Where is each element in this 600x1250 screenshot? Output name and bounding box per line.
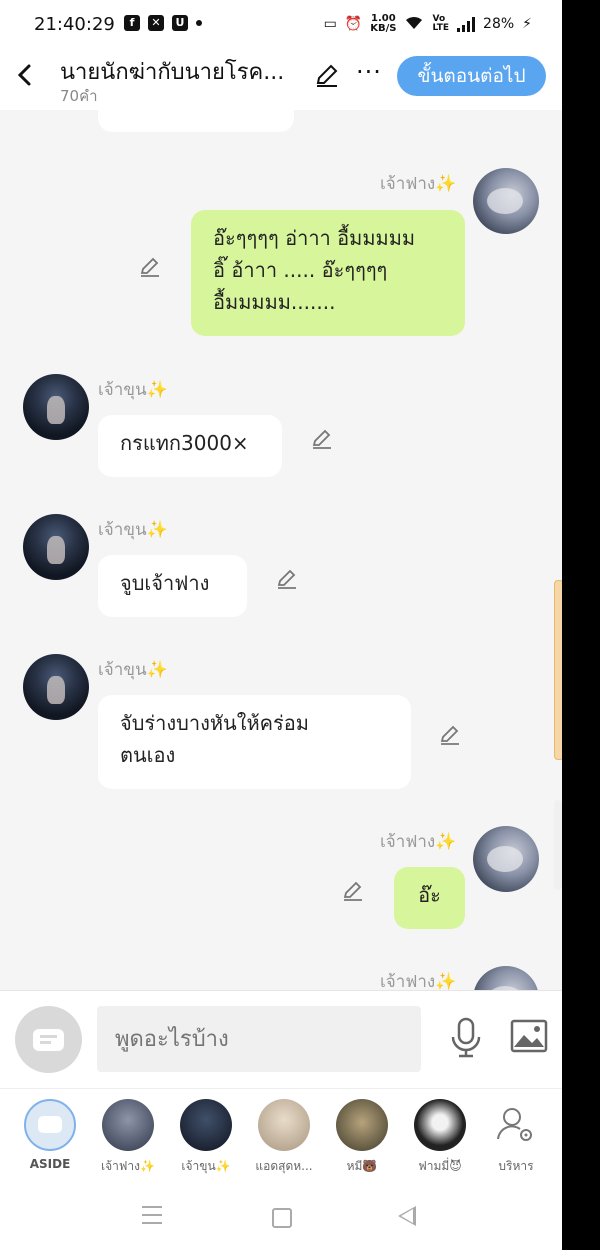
edit-message-icon[interactable] bbox=[275, 566, 299, 590]
charging-icon: ⚡ bbox=[522, 16, 532, 32]
wifi-icon bbox=[404, 14, 424, 34]
screen-icon: ▭ bbox=[323, 16, 337, 32]
scrollbar-track bbox=[554, 800, 562, 890]
avatar-chaokhun[interactable] bbox=[23, 374, 89, 440]
character-fammy[interactable]: ฟามมี่😈 bbox=[402, 1099, 478, 1176]
chat-message-list[interactable]: เจ้าฟาง✨ อ๊ะๆๆๆๆ อ่าาา อื้มมมมม อิ๊ อ้าา… bbox=[0, 110, 562, 990]
microphone-icon[interactable] bbox=[448, 1016, 484, 1060]
character-chaokhun[interactable]: เจ้าขุน✨ bbox=[168, 1099, 244, 1176]
edit-message-icon[interactable] bbox=[138, 254, 162, 278]
signal-icon bbox=[457, 16, 476, 32]
avatar bbox=[258, 1099, 310, 1151]
avatar-chaokhun[interactable] bbox=[23, 514, 89, 580]
notification-icons: f ✕ U bbox=[124, 15, 202, 31]
word-count: 70คำ bbox=[60, 87, 98, 105]
screen-edge bbox=[562, 0, 600, 1250]
character-chaofang[interactable]: เจ้าฟาง✨ bbox=[90, 1099, 166, 1176]
speaker-name: เจ้าขุน✨ bbox=[98, 660, 168, 680]
message-input-bar bbox=[0, 990, 562, 1089]
system-icons: ▭ ⏰ 1.00 KB/S Vo LTE 28% ⚡ bbox=[324, 14, 532, 34]
character-admin[interactable]: แอดสุดห... bbox=[246, 1099, 322, 1176]
speaker-name: เจ้าฟาง✨ bbox=[380, 174, 457, 194]
chat-header: นายนักฆ่ากับนายโรค... 70คำ ··· ขั้นตอนต่… bbox=[0, 52, 562, 110]
battery-level: 28% bbox=[483, 16, 515, 32]
scroll-indicator[interactable] bbox=[554, 580, 562, 760]
avatar bbox=[414, 1099, 466, 1151]
avatar bbox=[180, 1099, 232, 1151]
message-bubble[interactable]: จับร่างบางหันให้คร่อม ตนเอง bbox=[98, 695, 411, 789]
back-icon[interactable] bbox=[14, 60, 36, 90]
character-mee[interactable]: หมี🐻 bbox=[324, 1099, 400, 1176]
recent-apps-icon[interactable] bbox=[142, 1206, 162, 1224]
character-selector: ASIDE เจ้าฟาง✨ เจ้าขุน✨ แอดสุดห... หมี🐻 … bbox=[0, 1088, 562, 1185]
message-bubble[interactable]: อ๊ะ bbox=[394, 867, 465, 929]
character-aside[interactable]: ASIDE bbox=[12, 1099, 88, 1171]
capcut-icon: ✕ bbox=[148, 15, 164, 31]
edit-message-icon[interactable] bbox=[341, 878, 365, 902]
more-options-icon[interactable]: ··· bbox=[356, 58, 382, 86]
alarm-icon: ⏰ bbox=[344, 16, 363, 32]
u-app-icon: U bbox=[172, 15, 188, 31]
speaker-name: เจ้าขุน✨ bbox=[98, 380, 168, 400]
avatar bbox=[336, 1099, 388, 1151]
aside-icon bbox=[24, 1099, 76, 1151]
chat-screen: 21:40:29 f ✕ U ▭ ⏰ 1.00 KB/S Vo LTE 28% ⚡ bbox=[0, 0, 562, 1250]
image-icon[interactable] bbox=[510, 1019, 548, 1053]
edit-message-icon[interactable] bbox=[438, 722, 462, 746]
system-navigation-bar bbox=[0, 1184, 562, 1250]
back-nav-icon[interactable] bbox=[398, 1206, 416, 1226]
avatar-chaofang[interactable] bbox=[473, 826, 539, 892]
status-bar: 21:40:29 f ✕ U ▭ ⏰ 1.00 KB/S Vo LTE 28% ⚡ bbox=[0, 0, 562, 52]
message-input[interactable] bbox=[97, 1006, 421, 1072]
message-bubble[interactable]: จูบเจ้าฟาง bbox=[98, 555, 247, 617]
speaker-name: เจ้าฟาง✨ bbox=[380, 972, 457, 990]
facebook-icon: f bbox=[124, 15, 140, 31]
edit-title-icon[interactable] bbox=[314, 62, 340, 88]
volte-icon: Vo LTE bbox=[432, 14, 450, 33]
avatar bbox=[102, 1099, 154, 1151]
edit-message-icon[interactable] bbox=[310, 426, 334, 450]
manage-characters[interactable]: บริหาร bbox=[478, 1099, 554, 1176]
more-notifications-icon bbox=[196, 20, 202, 26]
user-settings-icon bbox=[490, 1099, 542, 1151]
avatar-chaokhun[interactable] bbox=[23, 654, 89, 720]
speaker-name: เจ้าขุน✨ bbox=[98, 520, 168, 540]
status-time: 21:40:29 bbox=[34, 14, 115, 35]
avatar-chaofang[interactable] bbox=[473, 966, 539, 990]
speaker-name: เจ้าฟาง✨ bbox=[380, 832, 457, 852]
home-icon[interactable] bbox=[272, 1208, 292, 1228]
chat-mode-button[interactable] bbox=[15, 1006, 82, 1073]
message-bubble-partial[interactable] bbox=[98, 110, 294, 132]
next-step-button[interactable]: ขั้นตอนต่อไป bbox=[397, 56, 546, 96]
avatar-chaofang[interactable] bbox=[473, 168, 539, 234]
message-bubble[interactable]: อ๊ะๆๆๆๆ อ่าาา อื้มมมมม อิ๊ อ้าาา ..... อ… bbox=[191, 210, 465, 336]
message-bubble[interactable]: กรแทก3000× bbox=[98, 415, 282, 477]
network-speed: 1.00 KB/S bbox=[370, 13, 397, 34]
chat-bubble-icon bbox=[33, 1029, 64, 1051]
